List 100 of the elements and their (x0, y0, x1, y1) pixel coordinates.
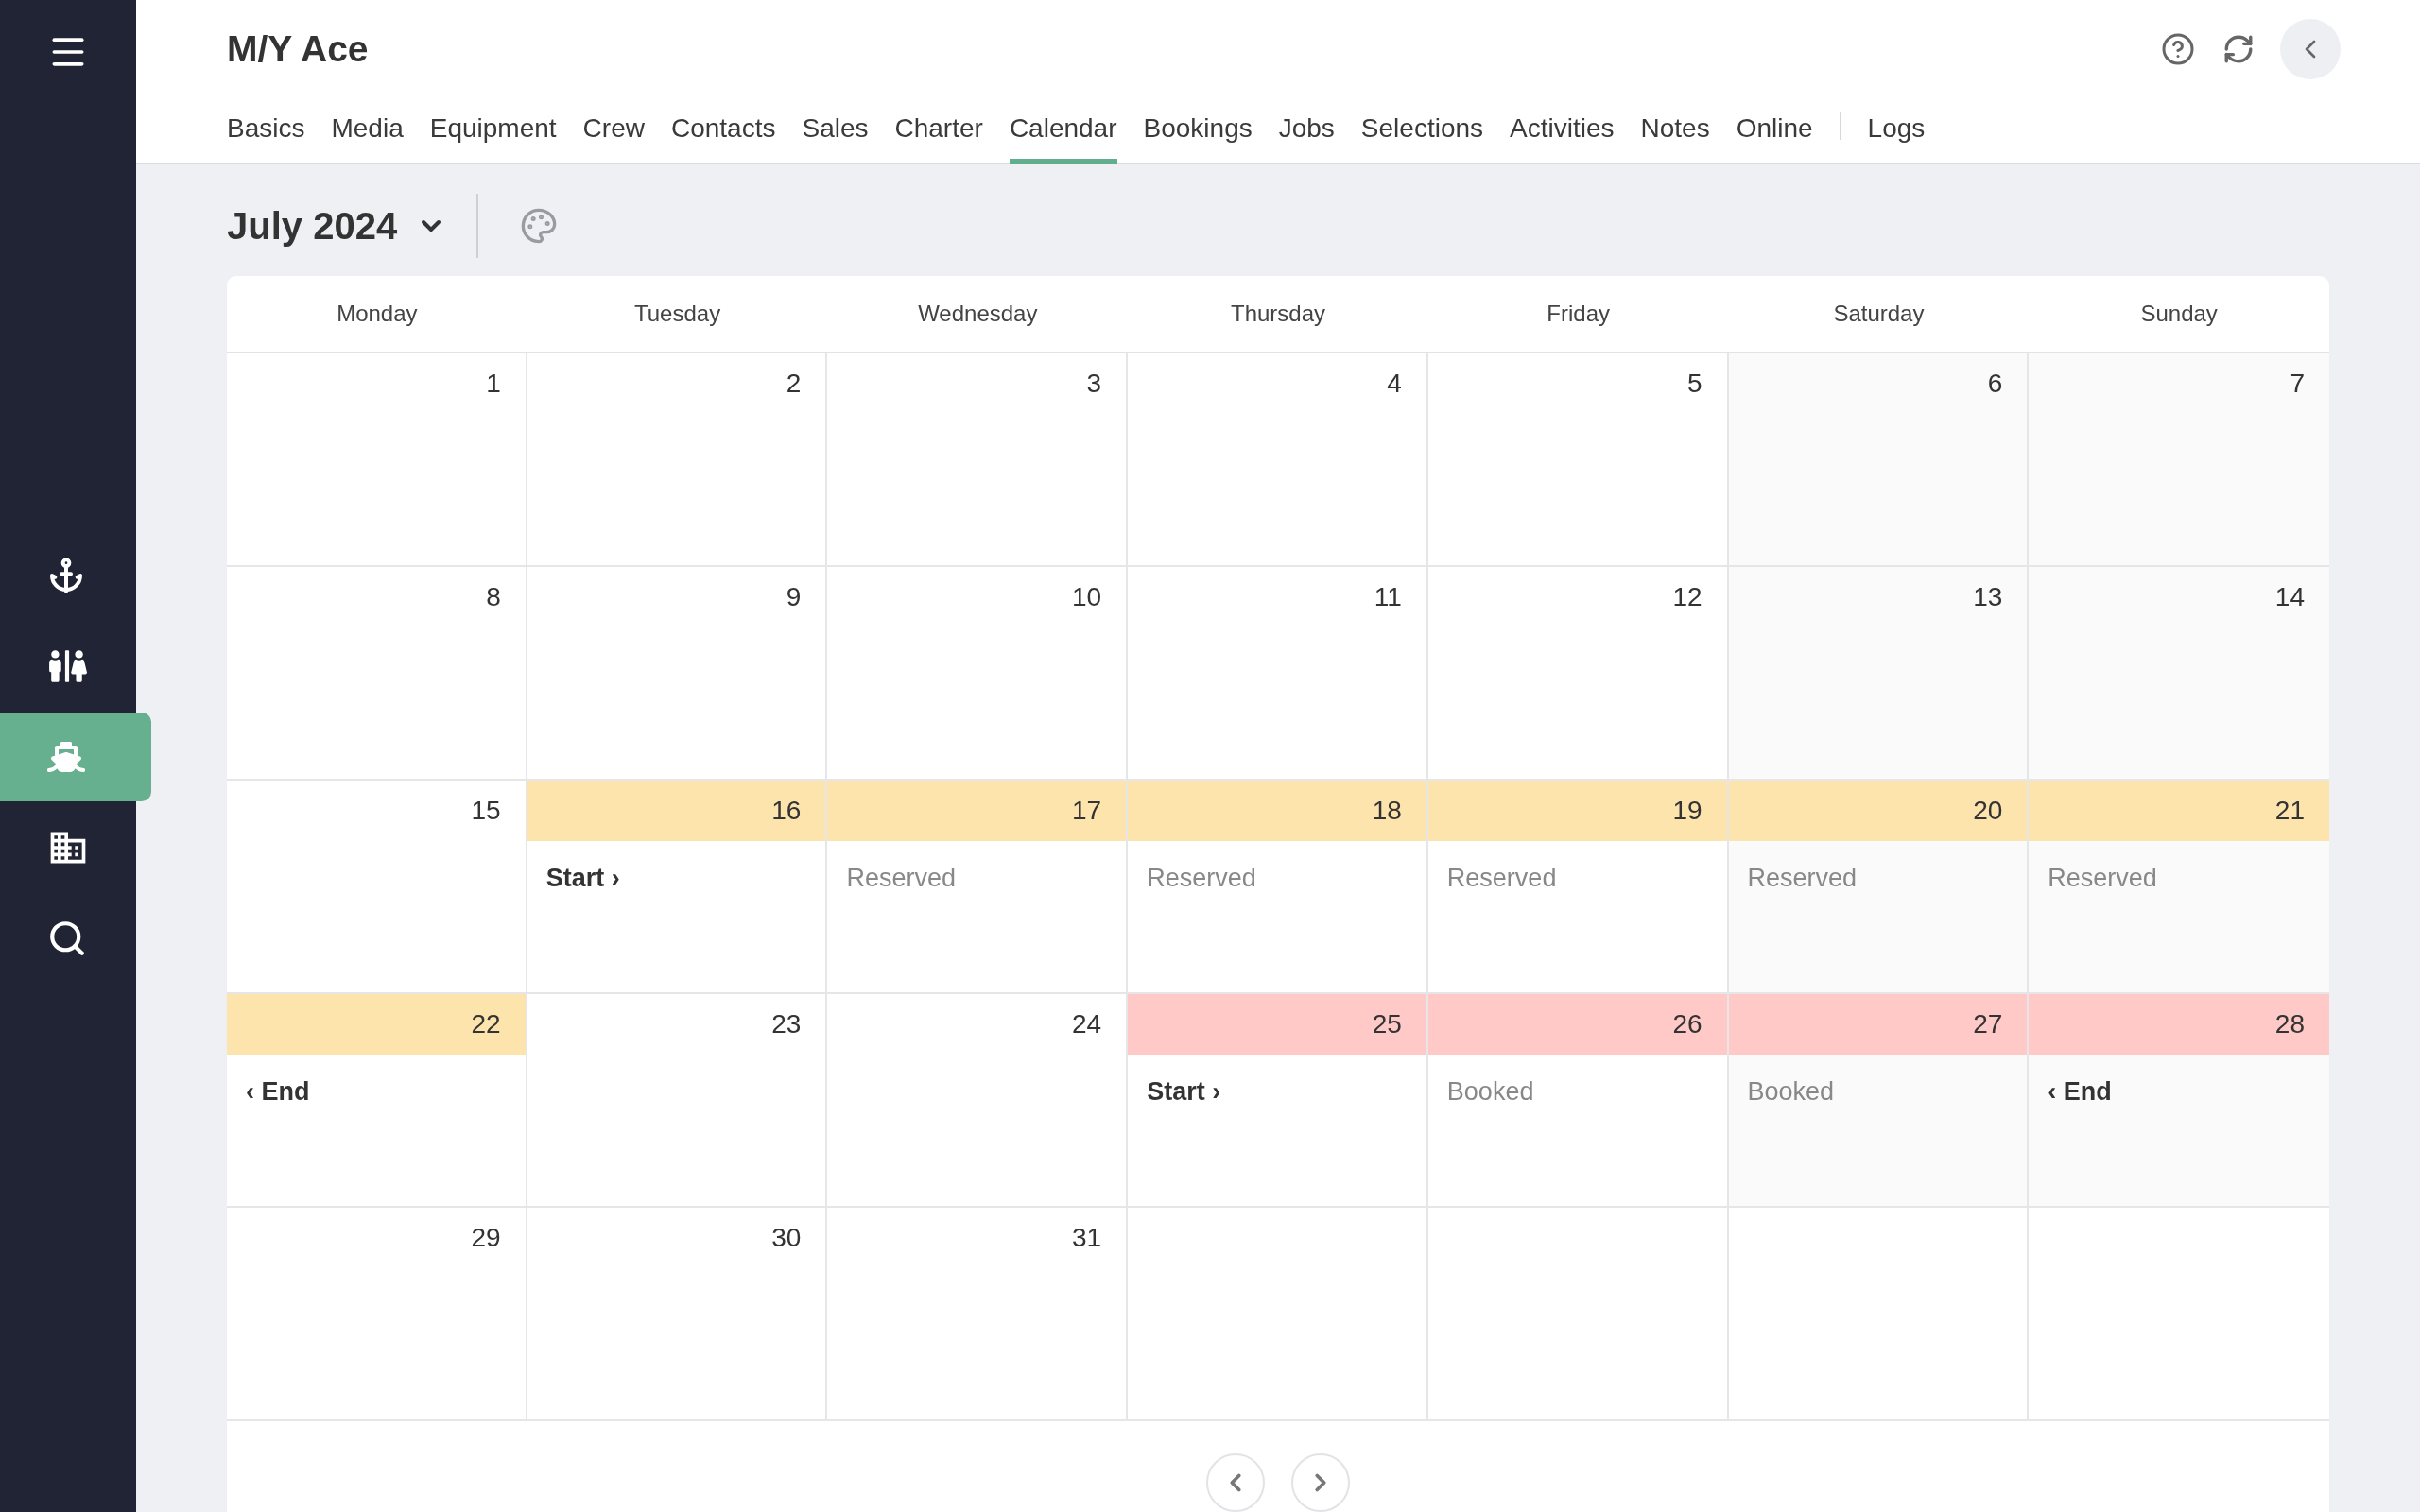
weekday-label: Tuesday (633, 301, 721, 327)
day-number: 10 (1072, 582, 1102, 612)
calendar-cell[interactable]: 1 (227, 353, 527, 567)
calendar-cell[interactable]: 22 ‹ End (227, 994, 527, 1208)
calendar-cell[interactable]: 14 (2029, 567, 2329, 781)
tab[interactable]: Notes (1640, 98, 1710, 164)
tab[interactable]: Selections (1360, 98, 1484, 164)
calendar-cell[interactable]: 26 Booked (1427, 994, 1729, 1208)
calendar-cell[interactable]: 6 (1728, 353, 2030, 567)
calendar-cell[interactable]: 11 (1128, 567, 1428, 781)
day-number: 21 (2274, 796, 2305, 826)
day-number: 5 (1687, 369, 1703, 399)
weekday-label: Sunday (2140, 301, 2218, 327)
day-number: 23 (771, 1009, 802, 1040)
weekday-label: Monday (337, 301, 418, 327)
booking-label: Reserved (1446, 864, 1558, 893)
weekday-label: Thursday (1230, 301, 1325, 327)
tab[interactable]: Media (331, 98, 404, 164)
calendar-cell[interactable]: 24 (827, 994, 1129, 1208)
tab[interactable]: Contacts (670, 98, 776, 164)
day-number: 12 (1672, 582, 1703, 612)
day-number: 29 (471, 1223, 501, 1253)
tab[interactable]: Activities (1510, 98, 1615, 164)
calendar-cell[interactable]: 21 Reserved (2029, 781, 2329, 994)
calendar-cell[interactable]: 3 (827, 353, 1129, 567)
booking-label: Reserved (1147, 864, 1257, 893)
day-number: 8 (486, 582, 501, 612)
day-number: 28 (2274, 1009, 2305, 1040)
day-number: 1 (486, 369, 501, 399)
calendar-cell[interactable]: 9 (527, 567, 828, 781)
anchor-icon (47, 557, 85, 594)
tab[interactable]: Basics (227, 98, 305, 164)
day-number: 18 (1372, 796, 1402, 826)
day-number: 15 (471, 796, 501, 826)
day-number: 3 (1086, 369, 1102, 399)
page-title: M/Y Ace (227, 28, 369, 70)
calendar-cell[interactable]: 23 (527, 994, 828, 1208)
day-number: 31 (1072, 1223, 1102, 1253)
calendar-cell[interactable]: 20 Reserved (1728, 781, 2030, 994)
day-number: 4 (1387, 369, 1402, 399)
tab[interactable]: Calendar (1009, 98, 1117, 164)
calendar-cell[interactable]: 8 (227, 567, 527, 781)
day-number: 13 (1973, 582, 2003, 612)
day-number: 7 (2290, 369, 2305, 399)
calendar-cell[interactable]: 31 (827, 1208, 1129, 1421)
calendar-cell[interactable]: 5 (1427, 353, 1729, 567)
booking-label: Start › (1147, 1077, 1222, 1107)
booking-label: Booked (1446, 1077, 1535, 1107)
day-number: 24 (1072, 1009, 1102, 1040)
calendar-cell[interactable]: 16 Start › (527, 781, 828, 994)
calendar-cell[interactable]: 27 Booked (1728, 994, 2030, 1208)
search-icon (47, 919, 87, 958)
booking-label: ‹ End (2048, 1077, 2113, 1107)
help-icon (2161, 32, 2195, 66)
calendar-cell[interactable]: 30 (527, 1208, 828, 1421)
day-number: 6 (1987, 369, 2003, 399)
palette-icon (520, 207, 559, 245)
booking-label: Start › (545, 864, 621, 893)
calendar-cell[interactable]: 17 Reserved (827, 781, 1129, 994)
day-number: 22 (471, 1009, 501, 1040)
tab[interactable]: Charter (894, 98, 983, 164)
calendar-cell[interactable]: 12 (1427, 567, 1729, 781)
booking-label: Reserved (2048, 864, 2158, 893)
day-number: 19 (1672, 796, 1703, 826)
weekday-label: Saturday (1833, 301, 1925, 327)
refresh-icon (2222, 33, 2255, 65)
tab[interactable]: Sales (802, 98, 869, 164)
day-number: 26 (1672, 1009, 1703, 1040)
tab[interactable]: Logs (1867, 98, 1926, 164)
booking-label: Reserved (1747, 864, 1858, 893)
tab[interactable]: Crew (582, 98, 645, 164)
calendar-cell[interactable]: 10 (827, 567, 1129, 781)
tab[interactable]: Bookings (1143, 98, 1253, 164)
day-number: 2 (786, 369, 802, 399)
calendar-cell[interactable]: 13 (1728, 567, 2030, 781)
tab[interactable]: Jobs (1278, 98, 1335, 164)
calendar-cell[interactable]: 19 Reserved (1427, 781, 1729, 994)
calendar-cell[interactable]: 18 Reserved (1128, 781, 1428, 994)
day-number: 25 (1372, 1009, 1402, 1040)
calendar-cell[interactable]: 7 (2029, 353, 2329, 567)
day-number: 30 (771, 1223, 802, 1253)
tab[interactable]: Online (1736, 98, 1813, 164)
month-selector[interactable]: July 2024 (227, 204, 447, 248)
calendar-cell[interactable]: 28 ‹ End (2029, 994, 2329, 1208)
calendar-cell[interactable]: 2 (527, 353, 828, 567)
calendar-cell[interactable]: 29 (227, 1208, 527, 1421)
day-number: 9 (786, 582, 802, 612)
calendar-cell[interactable]: 4 (1128, 353, 1428, 567)
weekday-label: Friday (1547, 301, 1611, 327)
day-number: 20 (1973, 796, 2003, 826)
booking-label: Reserved (846, 864, 957, 893)
calendar-cell[interactable]: 25 Start › (1128, 994, 1428, 1208)
weekday-label: Wednesday (918, 301, 1038, 327)
day-number: 16 (771, 796, 802, 826)
day-number: 11 (1374, 582, 1402, 612)
day-number: 27 (1973, 1009, 2003, 1040)
day-number: 14 (2274, 582, 2305, 612)
booking-label: Booked (1747, 1077, 1836, 1107)
tab[interactable]: Equipment (429, 98, 557, 164)
calendar-cell[interactable]: 15 (227, 781, 527, 994)
